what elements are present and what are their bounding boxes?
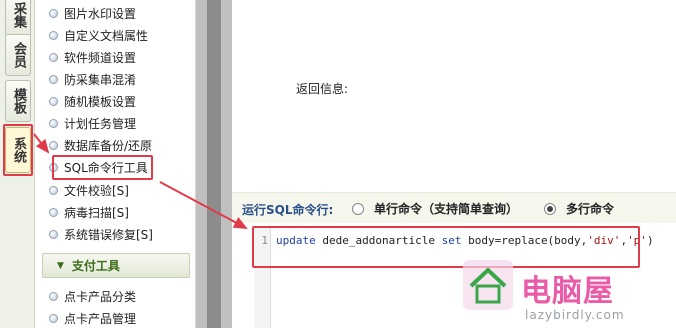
radio-multi-label: 多行命令	[566, 202, 615, 216]
tab-collect-label: 采集	[11, 2, 26, 28]
frame-divider[interactable]	[196, 0, 232, 328]
bullet-icon	[49, 291, 58, 301]
bullet-icon	[49, 8, 58, 18]
bullet-icon	[49, 185, 58, 195]
menu-item-image-watermark[interactable]: 图片水印设置	[49, 3, 136, 23]
sql-run-label: 运行SQL命令行:	[242, 203, 334, 217]
tab-member-label: 会员	[11, 42, 26, 68]
menu-item-db-backup[interactable]: 数据库备份/还原	[49, 135, 152, 155]
menu-item-card-category[interactable]: 点卡产品分类	[49, 286, 136, 306]
bullet-icon	[49, 30, 58, 40]
code-paren: )	[646, 234, 654, 247]
sql-mode-bar: 运行SQL命令行: 单行命令（支持简单查询） 多行命令	[232, 192, 676, 223]
menu-item-label: 系统错误修复[S]	[64, 227, 153, 242]
menu-group-label: 支付工具	[71, 259, 120, 273]
menu-item-label: 点卡产品管理	[64, 311, 137, 326]
menu-item-file-check[interactable]: 文件校验[S]	[49, 180, 129, 200]
menu-item-label: 图片水印设置	[64, 6, 137, 21]
bullet-icon	[49, 118, 58, 128]
menu-item-label: 数据库备份/还原	[64, 138, 153, 153]
menu-item-label: 随机模板设置	[64, 94, 137, 109]
radio-single-indicator[interactable]	[352, 202, 364, 215]
menu-item-custom-attributes[interactable]: 自定义文档属性	[49, 25, 148, 45]
radio-single-label: 单行命令（支持简单查询）	[374, 202, 519, 216]
tab-template[interactable]: 模板	[5, 80, 31, 122]
menu-item-scheduled-tasks[interactable]: 计划任务管理	[49, 113, 136, 133]
bullet-icon	[49, 74, 58, 84]
system-tab-highlight	[3, 124, 33, 176]
menu-item-label: 软件频道设置	[64, 50, 137, 65]
menu-item-error-repair[interactable]: 系统错误修复[S]	[49, 224, 153, 244]
frame-divider-bar	[207, 0, 221, 328]
menu-group-payment-tools[interactable]: ▼ 支付工具	[42, 253, 190, 278]
tab-collect[interactable]: 采集	[5, 0, 31, 38]
bullet-icon	[49, 313, 58, 323]
sql-tool-highlight	[52, 155, 153, 180]
menu-item-label: 病毒扫描[S]	[64, 205, 129, 220]
menu-item-card-manage[interactable]: 点卡产品管理	[49, 308, 136, 328]
radio-multi-line[interactable]: 多行命令	[544, 200, 614, 217]
bullet-icon	[49, 52, 58, 62]
return-info-label: 返回信息:	[296, 82, 349, 96]
bullet-icon	[49, 207, 58, 217]
radio-multi-indicator[interactable]	[544, 202, 556, 215]
watermark: 电脑屋 lazybirdly.com	[455, 258, 676, 328]
menu-item-label: 点卡产品分类	[64, 289, 137, 304]
watermark-title: 电脑屋	[521, 274, 614, 309]
bullet-icon	[49, 96, 58, 106]
triangle-down-icon: ▼	[57, 260, 64, 271]
bullet-icon	[49, 140, 58, 150]
tab-template-label: 模板	[11, 88, 26, 114]
menu-item-software-channel[interactable]: 软件频道设置	[49, 47, 136, 67]
bullet-icon	[49, 229, 58, 239]
menu-item-label: 文件校验[S]	[64, 183, 129, 198]
menu-item-random-template[interactable]: 随机模板设置	[49, 91, 136, 111]
menu-item-anti-collect[interactable]: 防采集串混淆	[49, 69, 136, 89]
radio-single-line[interactable]: 单行命令（支持简单查询）	[352, 200, 518, 217]
menu-item-label: 自定义文档属性	[64, 28, 149, 43]
watermark-url: lazybirdly.com	[525, 308, 625, 322]
menu-item-label: 防采集串混淆	[64, 72, 137, 87]
house-logo-icon	[463, 260, 513, 310]
tab-member[interactable]: 会员	[5, 34, 31, 76]
menu-item-virus-scan[interactable]: 病毒扫描[S]	[49, 202, 129, 222]
menu-item-label: 计划任务管理	[64, 116, 137, 131]
